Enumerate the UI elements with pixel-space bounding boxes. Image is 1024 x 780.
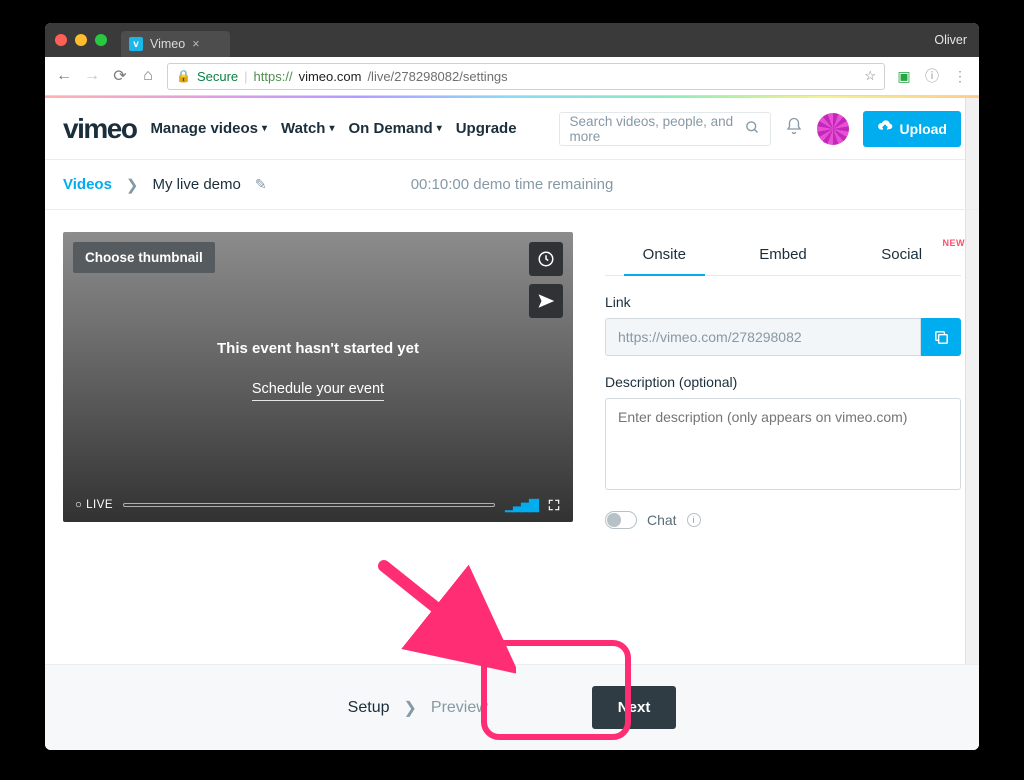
back-button[interactable]: ← <box>55 67 73 85</box>
progress-bar[interactable] <box>123 503 495 507</box>
close-tab-icon[interactable]: × <box>192 37 199 51</box>
vimeo-favicon-icon: v <box>129 37 143 51</box>
description-label: Description (optional) <box>605 374 961 390</box>
new-badge: NEW <box>943 238 966 248</box>
tab-social[interactable]: Social NEW <box>842 236 961 275</box>
avatar[interactable] <box>817 113 849 145</box>
url-path: /live/278298082/settings <box>367 69 507 84</box>
minimize-window-button[interactable] <box>75 34 87 46</box>
search-icon <box>745 120 760 138</box>
window-titlebar: v Vimeo × Oliver <box>45 23 979 57</box>
chrome-menu-icon[interactable]: ⋮ <box>951 68 969 85</box>
search-input[interactable]: Search videos, people, and more <box>559 112 771 146</box>
notifications-icon[interactable] <box>785 117 803 140</box>
chevron-right-icon: ❯ <box>403 698 416 718</box>
bookmark-star-icon[interactable]: ☆ <box>864 68 876 84</box>
link-input[interactable] <box>605 318 921 356</box>
page-body: vimeo Manage videos ▾ Watch ▾ On Demand … <box>45 98 979 750</box>
schedule-icon[interactable] <box>529 242 563 276</box>
step-setup: Setup <box>348 699 390 717</box>
live-indicator: LIVE <box>75 499 113 511</box>
nav-on-demand[interactable]: On Demand ▾ <box>349 120 442 137</box>
browser-toolbar: ← → ⟳ ⌂ 🔒 Secure | https://vimeo.com/liv… <box>45 57 979 96</box>
chevron-down-icon: ▾ <box>437 123 442 134</box>
lock-icon: 🔒 <box>176 69 191 83</box>
chevron-down-icon: ▾ <box>262 123 267 134</box>
step-indicator: Setup ❯ Preview <box>348 698 488 718</box>
close-window-button[interactable] <box>55 34 67 46</box>
page-info-icon[interactable]: ⓘ <box>923 66 941 86</box>
forward-button: → <box>83 67 101 85</box>
nav-manage-videos[interactable]: Manage videos ▾ <box>150 120 267 137</box>
reload-button[interactable]: ⟳ <box>111 66 129 86</box>
nav-watch[interactable]: Watch ▾ <box>281 120 334 137</box>
next-button[interactable]: Next <box>592 686 677 729</box>
schedule-event-link[interactable]: Schedule your event <box>252 381 384 401</box>
upload-button[interactable]: Upload <box>863 111 961 147</box>
extension-icon[interactable]: ▣ <box>895 68 913 85</box>
video-preview: Choose thumbnail This event hasn't start… <box>63 232 573 522</box>
event-not-started-message: This event hasn't started yet <box>63 340 573 357</box>
breadcrumb-videos[interactable]: Videos <box>63 176 112 193</box>
url-protocol: https:// <box>254 69 293 84</box>
breadcrumb: Videos ❯ My live demo ✎ 00:10:00 demo ti… <box>45 160 979 210</box>
chrome-profile-name[interactable]: Oliver <box>934 33 967 47</box>
traffic-lights <box>55 34 107 46</box>
settings-tabs: Onsite Embed Social NEW <box>605 236 961 276</box>
wizard-footer: Setup ❯ Preview Next <box>45 664 979 750</box>
description-textarea[interactable] <box>605 398 961 490</box>
fullscreen-icon[interactable] <box>547 498 561 512</box>
link-label: Link <box>605 294 961 310</box>
browser-tab[interactable]: v Vimeo × <box>121 31 230 57</box>
tab-embed[interactable]: Embed <box>724 236 843 275</box>
cloud-upload-icon <box>877 120 893 138</box>
browser-window: v Vimeo × Oliver ← → ⟳ ⌂ 🔒 Secure | http… <box>45 23 979 750</box>
demo-time-remaining: 00:10:00 demo time remaining <box>411 176 614 193</box>
content-area: Choose thumbnail This event hasn't start… <box>45 210 979 529</box>
address-bar[interactable]: 🔒 Secure | https://vimeo.com/live/278298… <box>167 63 885 90</box>
send-icon[interactable] <box>529 284 563 318</box>
secure-label: Secure <box>197 69 238 84</box>
url-host: vimeo.com <box>299 69 362 84</box>
chevron-right-icon: ❯ <box>126 176 139 194</box>
home-button[interactable]: ⌂ <box>139 67 157 85</box>
chat-label: Chat <box>647 512 677 528</box>
tab-onsite[interactable]: Onsite <box>605 236 724 275</box>
edit-title-icon[interactable]: ✎ <box>255 176 267 193</box>
copy-link-button[interactable] <box>921 318 961 356</box>
settings-panel: Onsite Embed Social NEW Link Description… <box>605 232 961 529</box>
maximize-window-button[interactable] <box>95 34 107 46</box>
signal-icon[interactable]: ▁▃▅▇ <box>505 497 537 513</box>
tab-title: Vimeo <box>150 37 185 51</box>
chevron-down-icon: ▾ <box>329 123 334 134</box>
chat-toggle[interactable] <box>605 511 637 529</box>
choose-thumbnail-button[interactable]: Choose thumbnail <box>73 242 215 273</box>
nav-upgrade[interactable]: Upgrade <box>456 120 517 137</box>
page-title: My live demo <box>153 176 241 193</box>
vimeo-logo[interactable]: vimeo <box>63 113 136 145</box>
info-icon[interactable]: i <box>687 513 701 527</box>
vimeo-header: vimeo Manage videos ▾ Watch ▾ On Demand … <box>45 98 979 160</box>
player-controls: LIVE ▁▃▅▇ <box>63 488 573 522</box>
step-preview: Preview <box>431 699 488 717</box>
search-placeholder: Search videos, people, and more <box>570 114 745 144</box>
